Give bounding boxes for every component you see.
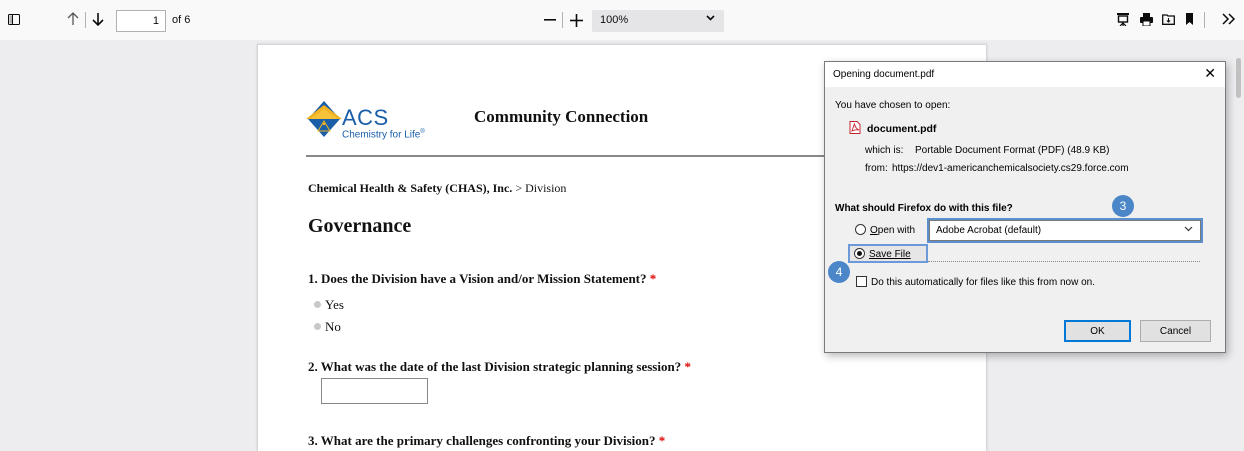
required-marker: * <box>658 433 666 448</box>
open-with-app-value: Adobe Acrobat (default) <box>936 225 1042 236</box>
plus-icon <box>569 13 583 27</box>
radio-yes[interactable] <box>314 301 321 308</box>
acs-logo-text: ACS <box>342 105 389 130</box>
next-page-button[interactable] <box>89 9 107 29</box>
required-marker: * <box>684 359 691 374</box>
pdf-file-icon <box>849 121 861 137</box>
chevron-down-icon <box>1184 226 1193 232</box>
open-with-label: Open with <box>870 225 916 236</box>
print-icon <box>1139 12 1153 26</box>
minus-icon <box>544 19 556 21</box>
ok-button[interactable]: OK <box>1064 320 1131 342</box>
auto-action-checkbox[interactable] <box>856 276 867 287</box>
acs-logo-icon <box>306 99 342 144</box>
print-button[interactable] <box>1138 11 1154 27</box>
presentation-icon <box>1117 12 1129 26</box>
question-2-text: 2. What was the date of the last Divisio… <box>308 359 682 374</box>
question-2: 2. What was the date of the last Divisio… <box>308 359 691 375</box>
page-count-label: of 6 <box>172 14 191 26</box>
file-name: document.pdf <box>867 123 937 135</box>
download-dialog: Opening document.pdf ✕ You have chosen t… <box>824 61 1226 353</box>
bookmark-icon <box>1185 13 1193 25</box>
open-with-radio[interactable] <box>855 224 866 235</box>
toolbar-divider <box>85 12 86 28</box>
section-heading: Governance <box>308 215 412 237</box>
breadcrumb: Chemical Health & Safety (CHAS), Inc. > … <box>308 181 566 196</box>
question-3: 3. What are the primary challenges confr… <box>308 433 665 449</box>
question-1: 1. Does the Division have a Vision and/o… <box>308 271 656 287</box>
chevron-double-right-icon <box>1222 13 1236 25</box>
radio-no[interactable] <box>314 323 321 330</box>
option-yes-label: Yes <box>325 297 344 312</box>
tools-menu-button[interactable] <box>1220 11 1238 27</box>
breadcrumb-division: Chemical Health & Safety (CHAS), Inc. <box>308 181 513 195</box>
dialog-intro: You have chosen to open: <box>835 100 951 111</box>
toolbar-divider <box>1204 12 1205 28</box>
step-badge-4: 4 <box>828 261 850 283</box>
dialog-titlebar: Opening document.pdf ✕ <box>825 62 1225 87</box>
file-source-label: from: <box>865 163 888 174</box>
acs-logo-tagline: Chemistry for Life® <box>342 129 425 140</box>
zoom-select[interactable]: 100% <box>592 10 724 32</box>
page-number-input[interactable]: 1 <box>116 10 166 32</box>
arrow-up-icon <box>67 12 79 25</box>
chevron-down-icon <box>706 15 715 21</box>
zoom-out-button[interactable] <box>541 10 559 30</box>
close-icon[interactable]: ✕ <box>1204 66 1216 80</box>
file-source-value: https://dev1-americanchemicalsociety.cs2… <box>892 163 1129 174</box>
question-1-text: 1. Does the Division have a Vision and/o… <box>308 271 647 286</box>
sidebar-toggle-icon[interactable] <box>6 11 22 27</box>
header-title: Community Connection <box>474 107 649 126</box>
registered-mark: ® <box>420 129 425 135</box>
file-type-label: which is: <box>865 145 904 156</box>
open-with-text: pen with <box>877 225 916 236</box>
pdf-toolbar: 1 of 6 100% <box>0 0 1244 40</box>
save-file-label: Save File <box>869 249 911 260</box>
auto-action-label: Do this automatically for files like thi… <box>871 277 1095 288</box>
question-3-text: 3. What are the primary challenges confr… <box>308 433 656 448</box>
zoom-value: 100% <box>600 14 629 26</box>
option-divider <box>928 261 1200 262</box>
bookmark-button[interactable] <box>1181 11 1197 27</box>
arrow-down-icon <box>92 13 104 26</box>
cancel-button[interactable]: Cancel <box>1140 320 1211 342</box>
file-type-value: Portable Document Format (PDF) (48.9 KB) <box>915 145 1110 156</box>
acs-tagline-text: Chemistry for Life <box>342 129 421 141</box>
scrollbar-thumb[interactable] <box>1236 58 1241 98</box>
open-with-app-select[interactable]: Adobe Acrobat (default) <box>929 220 1201 241</box>
zoom-in-button[interactable] <box>567 10 585 30</box>
dialog-title: Opening document.pdf <box>833 69 935 80</box>
breadcrumb-rest: > Division <box>512 181 567 195</box>
date-input[interactable] <box>321 378 428 404</box>
download-icon <box>1161 14 1175 25</box>
toolbar-divider <box>562 12 563 28</box>
required-marker: * <box>649 271 657 286</box>
download-button[interactable] <box>1160 11 1176 27</box>
save-file-radio[interactable] <box>854 248 865 259</box>
option-no-label: No <box>325 319 341 334</box>
previous-page-button[interactable] <box>64 9 82 29</box>
action-question: What should Firefox do with this file? <box>835 203 1013 214</box>
step-badge-3: 3 <box>1112 195 1134 217</box>
presentation-mode-button[interactable] <box>1115 11 1131 27</box>
open-with-accesskey: O <box>870 225 878 236</box>
